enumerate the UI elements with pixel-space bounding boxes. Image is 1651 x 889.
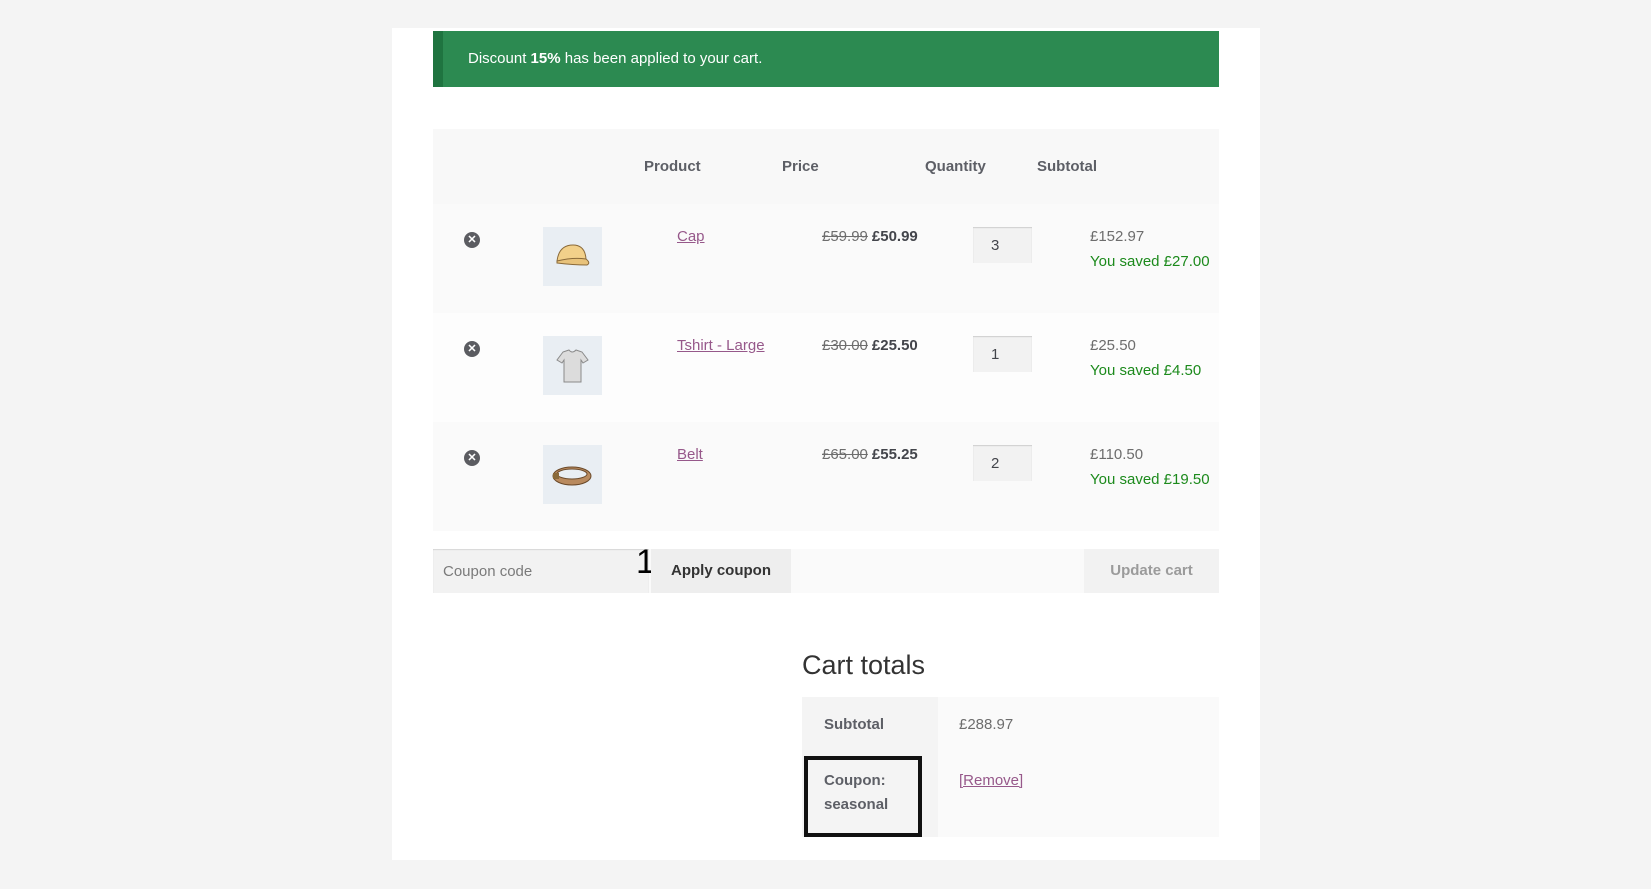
row-subtotal: £110.50 (1090, 446, 1144, 463)
remove-item-icon[interactable]: ✕ (464, 450, 480, 466)
table-row: ✕ Belt £65.00£55.25 £110.50 You saved £1… (433, 422, 1219, 531)
table-row: ✕ Tshirt - Large £30.00£25.50 £25.50 You… (433, 313, 1219, 422)
remove-coupon-link[interactable]: [Remove] (959, 772, 1023, 789)
cart-table: Product Price Quantity Subtotal ✕ Cap £5… (433, 129, 1219, 531)
highlight-box (804, 756, 922, 837)
cart-totals-title: Cart totals (802, 650, 926, 680)
quantity-input[interactable] (973, 336, 1032, 372)
totals-row-subtotal: Subtotal £288.97 (802, 697, 1219, 753)
quantity-input[interactable] (973, 227, 1032, 263)
row-subtotal: £152.97 (1090, 228, 1145, 245)
cart-table-header: Product Price Quantity Subtotal (433, 129, 1219, 204)
row-saved: You saved £27.00 (1090, 253, 1210, 270)
remove-item-icon[interactable]: ✕ (464, 341, 480, 357)
table-row: ✕ Cap £59.99£50.99 £152.97 You saved £27… (433, 204, 1219, 313)
old-price: £59.99 (822, 228, 868, 245)
tshirt-icon[interactable] (543, 336, 602, 395)
product-price: £65.00 £55.25 (822, 446, 918, 463)
totals-row-coupon: Coupon: seasonal [Remove] (802, 753, 1219, 837)
notice-discount-value: 15% (530, 50, 561, 67)
new-price: £50.99 (871, 228, 918, 245)
coupon-value: [Remove] (959, 769, 1023, 793)
cap-icon[interactable] (543, 227, 602, 286)
new-price: £25.50 (871, 337, 918, 354)
old-price: £65.00 (822, 446, 868, 463)
product-link-cap[interactable]: Cap (677, 228, 705, 245)
product-price: £59.99 £50.99 (822, 228, 918, 245)
header-price: Price (782, 158, 819, 175)
old-price: £30.00 (822, 337, 868, 354)
remove-item-icon[interactable]: ✕ (464, 232, 480, 248)
discount-notice: Discount 15% has been applied to your ca… (433, 31, 1219, 87)
row-saved: You saved £19.50 (1090, 471, 1210, 488)
product-price: £30.00 £25.50 (822, 337, 918, 354)
product-link-belt[interactable]: Belt (677, 446, 703, 463)
apply-coupon-button[interactable]: Apply coupon (651, 549, 791, 593)
new-price: £55.25 (871, 446, 918, 463)
cart-actions: 1 Apply coupon Update cart (433, 543, 1219, 593)
cart-page: Discount 15% has been applied to your ca… (392, 28, 1260, 860)
row-saved: You saved £4.50 (1090, 362, 1202, 379)
update-cart-button[interactable]: Update cart (1084, 549, 1219, 593)
quantity-input[interactable] (973, 445, 1032, 481)
product-link-tshirt[interactable]: Tshirt - Large (677, 337, 765, 354)
row-subtotal: £25.50 (1090, 337, 1136, 354)
subtotal-value: £288.97 (959, 716, 1014, 733)
coupon-code-input[interactable] (433, 549, 649, 593)
notice-prefix: Discount (468, 50, 531, 67)
header-product: Product (644, 158, 701, 175)
subtotal-label: Subtotal (802, 697, 938, 753)
header-subtotal: Subtotal (1037, 158, 1097, 175)
notice-suffix: has been applied to your cart. (560, 50, 763, 67)
header-quantity: Quantity (925, 158, 986, 175)
belt-icon[interactable] (543, 445, 602, 504)
cart-totals-table: Subtotal £288.97 Coupon: seasonal [Remov… (802, 697, 1219, 837)
cart-rows: ✕ Cap £59.99£50.99 £152.97 You saved £27… (433, 204, 1219, 531)
